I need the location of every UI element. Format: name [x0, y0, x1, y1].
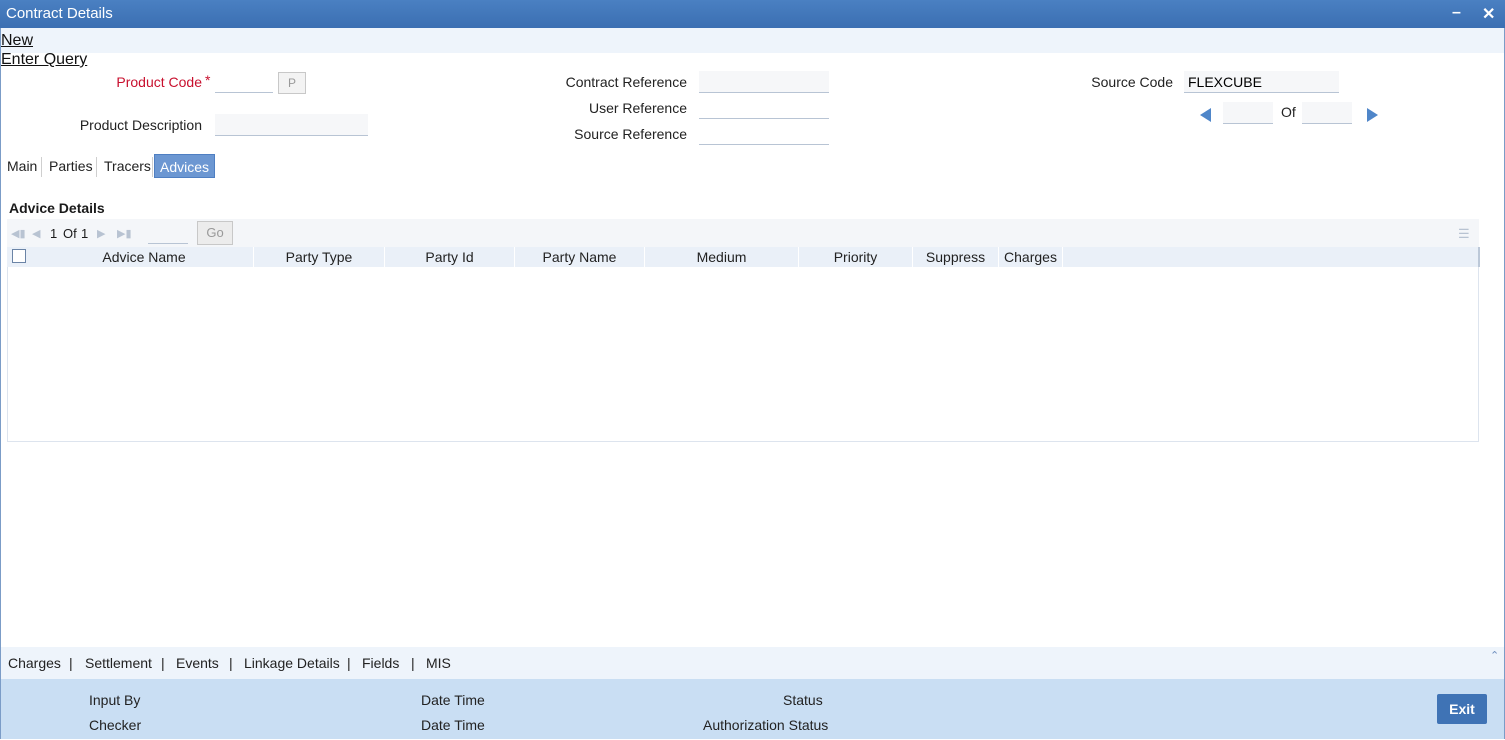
product-code-lov-button[interactable]: P	[278, 72, 306, 94]
source-code-field	[1184, 71, 1339, 93]
user-reference-input[interactable]	[699, 97, 829, 119]
settlement-link[interactable]: Settlement	[85, 655, 152, 671]
column-header-party-type: Party Type	[254, 247, 385, 267]
minimize-icon[interactable]: –	[1452, 4, 1461, 22]
audit-panel: Input By Checker Date Time Date Time Sta…	[1, 679, 1504, 739]
product-code-input[interactable]	[215, 71, 273, 93]
events-link[interactable]: Events	[176, 655, 219, 671]
page-total: 1	[81, 226, 89, 241]
tab-tracers[interactable]: Tracers	[99, 154, 156, 178]
column-header-party-id: Party Id	[385, 247, 515, 267]
input-by-label: Input By	[89, 692, 141, 708]
grid-menu-icon[interactable]: ☰	[1458, 226, 1470, 242]
column-header-charges: Charges	[999, 247, 1063, 267]
window-title: Contract Details	[6, 5, 113, 22]
page-number-input[interactable]	[148, 222, 188, 244]
first-page-icon[interactable]: ◀▮	[11, 227, 26, 240]
column-header-medium: Medium	[645, 247, 799, 267]
page-of-label: Of	[63, 226, 77, 241]
grid-header: Advice Name Party Type Party Id Party Na…	[7, 247, 1479, 267]
column-header-priority: Priority	[799, 247, 913, 267]
column-header-advice-name: Advice Name	[35, 247, 254, 267]
of-label: Of	[1281, 104, 1296, 120]
source-reference-label: Source Reference	[574, 126, 687, 142]
link-separator: |	[347, 655, 351, 671]
link-separator: |	[411, 655, 415, 671]
product-code-label: Product Code	[116, 74, 202, 90]
tab-parties[interactable]: Parties	[44, 154, 98, 178]
column-header-suppress: Suppress	[913, 247, 999, 267]
date-time-label: Date Time	[421, 692, 485, 708]
link-separator: |	[69, 655, 73, 671]
link-separator: |	[229, 655, 233, 671]
exit-button[interactable]: Exit	[1437, 694, 1487, 724]
link-separator: |	[161, 655, 165, 671]
record-total-field	[1302, 102, 1352, 124]
tab-advices[interactable]: Advices	[154, 154, 216, 178]
previous-record-icon[interactable]	[1200, 108, 1211, 122]
tab-separator	[96, 157, 97, 177]
checker-date-time-label: Date Time	[421, 717, 485, 733]
required-marker: *	[205, 72, 211, 88]
next-page-icon[interactable]: ▶	[97, 227, 105, 240]
tab-separator	[41, 157, 42, 177]
advice-grid-body	[7, 267, 1479, 442]
source-reference-input[interactable]	[699, 123, 829, 145]
enter-query-link[interactable]: Enter Query	[1, 51, 87, 69]
collapse-icon[interactable]: ⌃	[1490, 649, 1499, 662]
status-label: Status	[783, 692, 823, 708]
tab-main[interactable]: Main	[2, 154, 42, 178]
page-current: 1	[50, 226, 58, 241]
go-button[interactable]: Go	[197, 221, 233, 245]
record-current-field	[1223, 102, 1273, 124]
contract-reference-field	[699, 71, 829, 93]
column-header-party-name: Party Name	[515, 247, 645, 267]
charges-link[interactable]: Charges	[8, 655, 61, 671]
close-icon[interactable]: ✕	[1482, 4, 1495, 24]
contract-reference-label: Contract Reference	[565, 74, 687, 90]
last-page-icon[interactable]: ▶▮	[117, 227, 132, 240]
window-title-bar: Contract Details – ✕	[0, 0, 1505, 28]
grid-scrollbar[interactable]	[1478, 247, 1480, 267]
next-record-icon[interactable]	[1367, 108, 1378, 122]
fields-link[interactable]: Fields	[362, 655, 399, 671]
product-description-label: Product Description	[79, 117, 202, 133]
mis-link[interactable]: MIS	[426, 655, 451, 671]
linkage-details-link[interactable]: Linkage Details	[244, 655, 340, 671]
authorization-status-label: Authorization Status	[703, 717, 829, 733]
tab-separator	[152, 157, 153, 177]
checker-label: Checker	[89, 717, 142, 733]
product-description-field	[215, 114, 368, 136]
advice-details-title: Advice Details	[9, 200, 105, 216]
menu-strip	[1, 28, 1504, 53]
previous-page-icon[interactable]: ◀	[32, 227, 40, 240]
select-all-checkbox[interactable]	[12, 249, 26, 263]
new-link[interactable]: New	[1, 32, 33, 50]
source-code-label: Source Code	[1091, 74, 1173, 90]
user-reference-label: User Reference	[588, 100, 687, 116]
subscreen-links-bar: Charges | Settlement | Events | Linkage …	[1, 647, 1504, 679]
